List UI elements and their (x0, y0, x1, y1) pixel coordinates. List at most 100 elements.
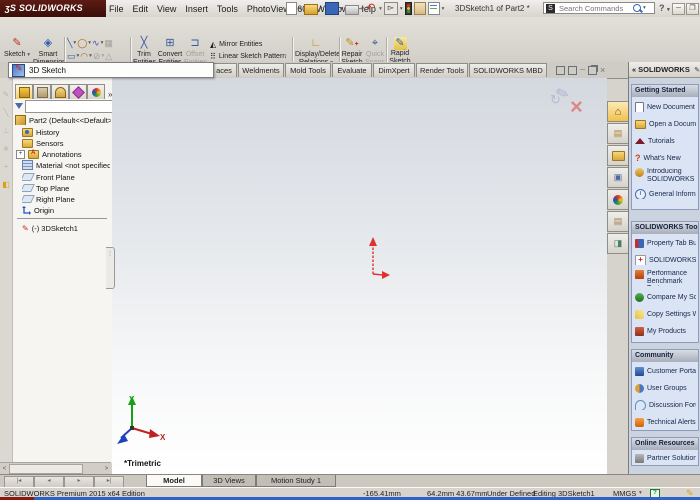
tree-item-right-plane[interactable]: Right Plane (22, 194, 110, 204)
open-dropdown[interactable]: ▾ (320, 6, 323, 12)
strip-solid-icon[interactable]: ◧ (2, 180, 10, 189)
line-dropdown[interactable]: ▾ (73, 40, 76, 46)
menu-tools[interactable]: Tools (217, 4, 238, 14)
link-new-document[interactable]: New Document (635, 102, 696, 112)
save-icon[interactable] (324, 2, 339, 15)
tree-root-part2[interactable]: Part2 (Default<<Default>_Disp (15, 115, 111, 125)
tab-render-tools[interactable]: Render Tools (416, 63, 468, 77)
tab-custom-properties[interactable]: ▤ (607, 211, 628, 232)
units-dropdown[interactable]: ▾ (639, 490, 642, 496)
tab-forum[interactable]: ◨ (607, 233, 628, 254)
filter-input[interactable] (25, 99, 113, 113)
section-header[interactable]: Getting Started (632, 85, 698, 97)
tab-surfaces-partial[interactable]: aces (211, 63, 237, 77)
active-tab-3d-sketch[interactable]: ✎ 3D Sketch (8, 62, 214, 78)
restore-button[interactable]: ❐ (686, 3, 699, 15)
save-dropdown[interactable]: ▾ (341, 6, 344, 12)
circle-dropdown[interactable]: ▾ (88, 40, 91, 46)
help-button[interactable]: ? ▾ (659, 3, 670, 13)
link-customer-portal[interactable]: Customer Portal (635, 366, 696, 376)
doc-restore-icon[interactable] (556, 65, 565, 75)
rectangle-tool-icon[interactable]: ▭ (67, 51, 76, 62)
print-dropdown[interactable]: ▾ (361, 6, 364, 12)
search-icon[interactable] (633, 4, 643, 13)
tab-evaluate[interactable]: Evaluate (332, 63, 372, 77)
tree-item-annotations[interactable]: + A Annotations (16, 149, 104, 159)
rectangle-dropdown[interactable]: ▾ (77, 53, 80, 59)
link-my-products[interactable]: My Products (635, 326, 696, 336)
tree-rollback-bar[interactable] (17, 218, 107, 219)
arc-tool-icon[interactable]: ◠ (80, 51, 88, 62)
scroll-right-arrow[interactable]: > (102, 466, 111, 472)
circle-tool-icon[interactable]: ◯ (77, 38, 87, 49)
displaymanager-tab[interactable] (87, 84, 105, 99)
pin-icon[interactable]: ✎ (694, 66, 700, 74)
tab-design-library[interactable]: ▤ (607, 123, 628, 144)
link-technical-alerts[interactable]: Technical Alerts & News (635, 417, 696, 427)
tab-model[interactable]: Model (146, 475, 202, 487)
link-user-groups[interactable]: User Groups (635, 383, 696, 393)
scroll-left-arrow[interactable]: < (0, 466, 9, 472)
cancel-sketch-x-icon[interactable]: × (570, 94, 583, 120)
tab-motion-study-1[interactable]: Motion Study 1 (256, 475, 336, 487)
menu-edit[interactable]: Edit (133, 4, 149, 14)
sketch-dropdown[interactable]: ▾ (27, 52, 30, 58)
expand-plus-icon[interactable]: + (16, 149, 25, 159)
strip-move-icon[interactable]: + (4, 162, 9, 171)
link-whats-new[interactable]: ? What's New (635, 153, 696, 163)
search-dropdown[interactable]: ▾ (643, 5, 646, 11)
select-cursor-icon[interactable]: ▻ (383, 2, 398, 15)
link-solidworks-rx[interactable]: +SOLIDWORKS Rx (635, 255, 696, 265)
file-properties-icon[interactable] (413, 2, 426, 15)
link-property-tab-builder[interactable]: Property Tab Builder (635, 238, 696, 248)
new-dropdown[interactable]: ▾ (299, 6, 302, 12)
arc-dropdown[interactable]: ▾ (89, 53, 92, 59)
menu-view[interactable]: View (157, 4, 176, 14)
search-input[interactable] (557, 2, 631, 14)
tab-dimxpert[interactable]: DimXpert (373, 63, 415, 77)
propertymanager-tab[interactable] (33, 84, 51, 99)
strip-axis-icon[interactable]: ⊥ (3, 126, 10, 135)
select-dropdown[interactable]: ▾ (400, 6, 403, 12)
configurationmanager-tab[interactable] (51, 84, 69, 99)
panel-splitter-handle[interactable]: ⋮ (106, 247, 115, 289)
scroll-thumb[interactable] (9, 463, 83, 474)
link-introducing-solidworks[interactable]: Introducing SOLIDWORKS (635, 168, 696, 184)
link-compare-my-score[interactable]: Compare My Score (635, 292, 696, 302)
spline-dropdown[interactable]: ▾ (101, 40, 104, 46)
link-partner-solutions[interactable]: Partner Solutions (635, 453, 696, 463)
link-general-information[interactable]: iGeneral Information (635, 189, 696, 199)
tab-solidworks-resources[interactable]: ⌂ (607, 101, 628, 122)
doc-minimize-icon[interactable]: ─ (580, 67, 585, 74)
spline-tool-icon[interactable]: ∿ (92, 38, 100, 49)
tree-item-top-plane[interactable]: Top Plane (22, 183, 110, 193)
tree-item-material[interactable]: Material <not specified> (22, 160, 110, 170)
strip-point-icon[interactable]: ∗ (3, 144, 10, 153)
link-performance-benchmark[interactable]: Performance Benchmark Test (635, 270, 696, 286)
strip-line-icon[interactable]: ╲ (4, 108, 9, 117)
rebuild-traffic-light-icon[interactable] (404, 2, 412, 15)
tree-item-sensors[interactable]: Sensors (22, 138, 110, 148)
section-header[interactable]: Online Resources (632, 438, 698, 450)
collapse-chevron-icon[interactable]: « (632, 65, 636, 74)
tab-appearances[interactable] (607, 189, 628, 210)
tab-3d-views[interactable]: 3D Views (202, 475, 256, 487)
tab-mold-tools[interactable]: Mold Tools (285, 63, 331, 77)
help-dropdown[interactable]: ▾ (667, 7, 670, 13)
tab-weldments[interactable]: Weldments (238, 63, 284, 77)
new-document-icon[interactable] (286, 2, 297, 15)
menu-insert[interactable]: Insert (185, 4, 208, 14)
link-discussion-forum[interactable]: Discussion Forum (635, 400, 696, 410)
fm-horizontal-scrollbar[interactable]: < > (0, 462, 111, 474)
open-icon[interactable] (303, 4, 318, 15)
doc-close-icon[interactable]: × (600, 65, 605, 75)
options-icon[interactable] (427, 2, 440, 15)
tree-item-front-plane[interactable]: Front Plane (22, 172, 110, 182)
undo-icon[interactable]: ↶ (366, 3, 377, 14)
print-icon[interactable] (345, 4, 360, 15)
line-tool-icon[interactable]: ╲ (67, 38, 72, 49)
options-dropdown[interactable]: ▾ (442, 6, 445, 12)
featuremanager-tree-tab[interactable] (15, 84, 33, 99)
dimxpertmanager-tab[interactable] (69, 84, 87, 99)
doc-cascade-icon[interactable] (587, 65, 597, 75)
